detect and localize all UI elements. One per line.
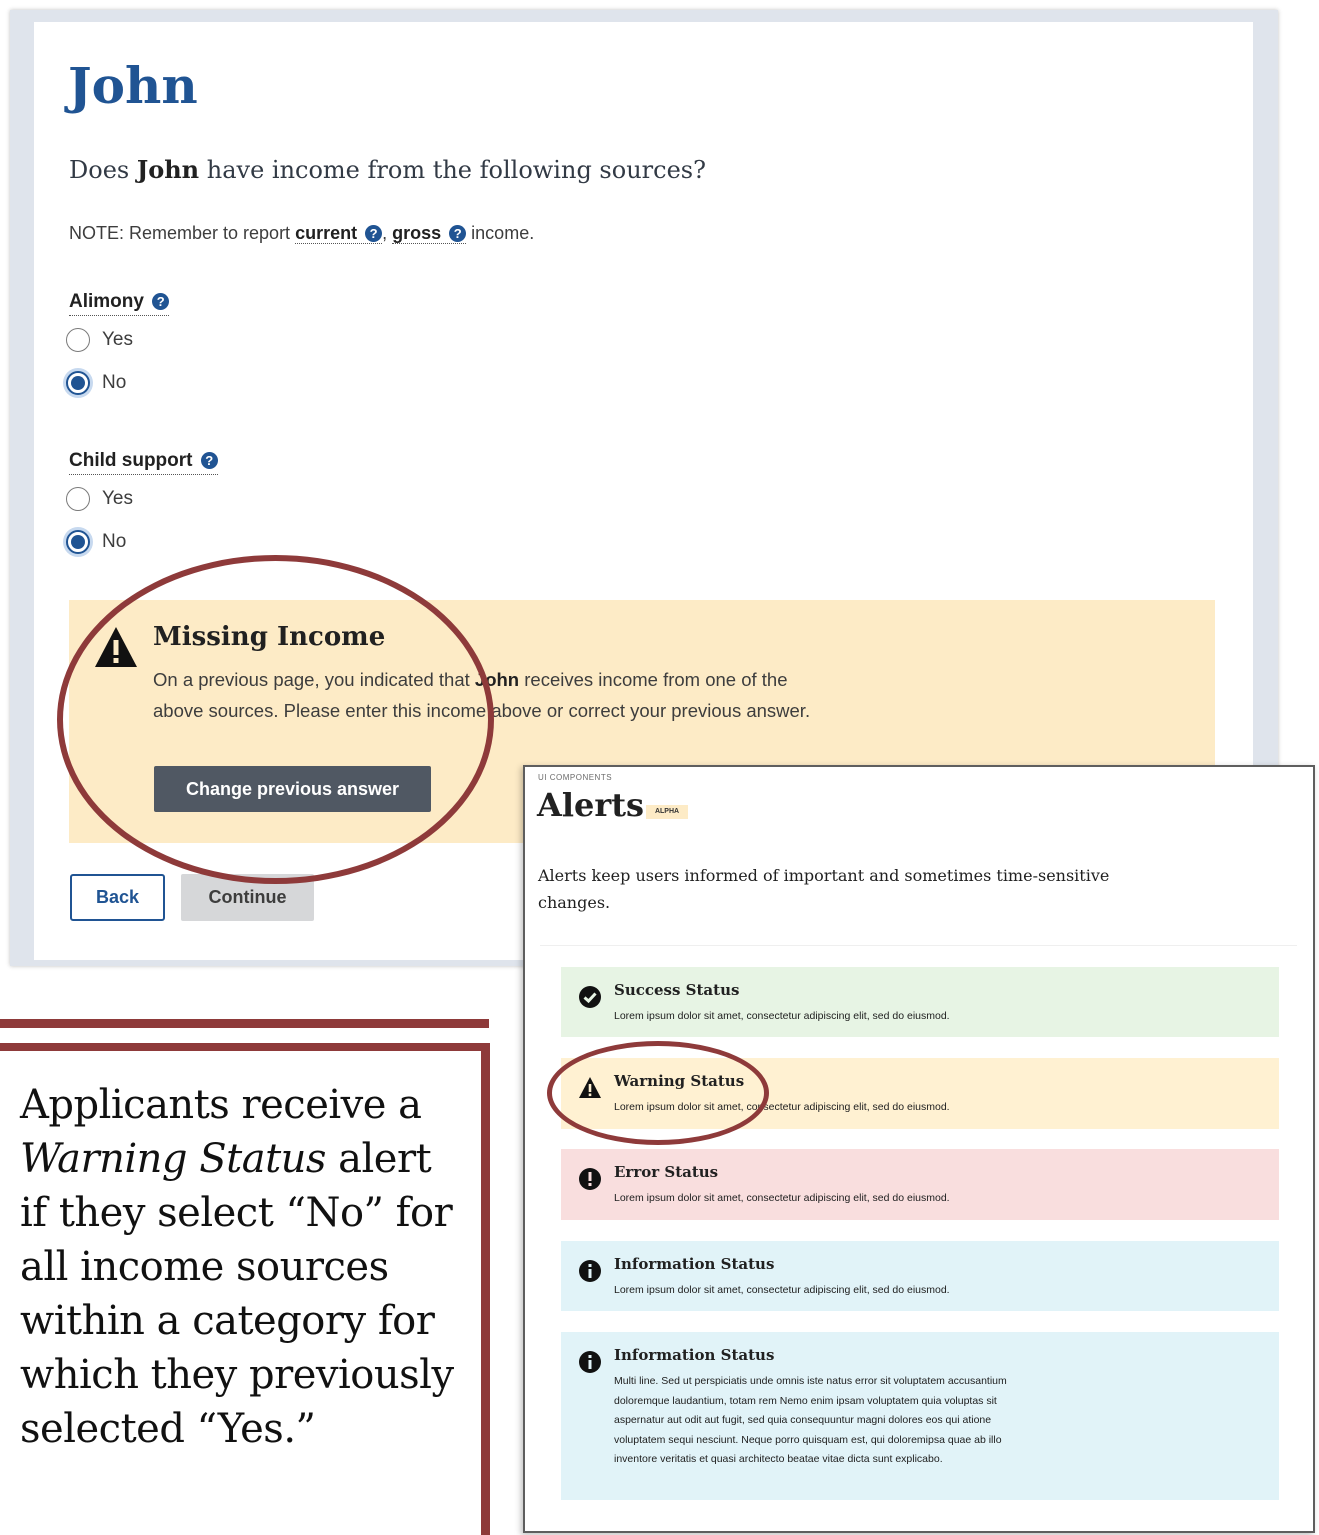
alert-body: Lorem ipsum dolor sit amet, consectetur … — [614, 1284, 950, 1296]
current-term-label: current — [295, 223, 358, 243]
info-circle-icon — [579, 1351, 601, 1373]
warning-alert: Warning Status Lorem ipsum dolor sit ame… — [561, 1058, 1279, 1129]
alert-person-name: John — [474, 669, 520, 690]
alert-body: Lorem ipsum dolor sit amet, consectetur … — [614, 1192, 950, 1204]
alimony-label-text: Alimony — [69, 291, 144, 312]
question-circle-icon[interactable]: ? — [449, 225, 467, 242]
alerts-description: Alerts keep users informed of important … — [538, 866, 1110, 912]
caption-rule-side — [481, 1043, 490, 1535]
info-alert-multiline: Information Status Multi line. Sed ut pe… — [561, 1332, 1279, 1500]
caption-rule-top — [0, 1019, 489, 1028]
current-term-link[interactable]: current ? — [295, 223, 383, 244]
child-support-no-radio[interactable] — [66, 530, 90, 554]
gross-term-label: gross — [392, 223, 442, 243]
alert-body: Lorem ipsum dolor sit amet, consectetur … — [614, 1010, 950, 1022]
note-separator: , — [382, 223, 393, 243]
alert-heading: Success Status — [614, 981, 740, 999]
child-support-yes-option[interactable]: Yes — [66, 487, 133, 511]
alert-text: On a previous page, you indicated that J… — [153, 664, 843, 726]
info-circle-icon — [579, 1260, 601, 1282]
gross-term-link[interactable]: gross ? — [392, 223, 467, 244]
caption-rule — [0, 1043, 490, 1051]
change-previous-answer-button[interactable]: Change previous answer — [154, 766, 431, 812]
radio-label: Yes — [102, 329, 133, 350]
alert-heading: Missing Income — [153, 622, 386, 652]
alert-text-part: On a previous page, you indicated that — [153, 669, 475, 690]
check-circle-icon — [579, 986, 601, 1008]
radio-label: No — [102, 531, 127, 552]
caption-part: alert if they select “No” for all income… — [20, 1136, 454, 1452]
alimony-yes-radio[interactable] — [66, 328, 90, 352]
success-alert: Success Status Lorem ipsum dolor sit ame… — [561, 967, 1279, 1037]
page-title: John — [68, 56, 198, 115]
income-question: Does John have income from the following… — [69, 155, 706, 184]
alert-heading: Warning Status — [614, 1072, 745, 1090]
question-suffix: have income from the following sources? — [199, 156, 706, 184]
income-note: NOTE: Remember to report current ?, gros… — [69, 223, 534, 244]
question-circle-icon[interactable]: ? — [365, 225, 383, 242]
warning-triangle-icon — [579, 1077, 601, 1098]
caption-part: Applicants receive a — [20, 1082, 422, 1128]
alert-body: Multi line. Sed ut perspiciatis unde omn… — [614, 1375, 1007, 1465]
alert-body: Lorem ipsum dolor sit amet, consectetur … — [614, 1101, 950, 1113]
info-alert: Information Status Lorem ipsum dolor sit… — [561, 1241, 1279, 1311]
child-support-yes-radio[interactable] — [66, 487, 90, 511]
divider — [540, 945, 1297, 946]
alert-heading: Information Status — [614, 1255, 775, 1273]
alerts-title: Alerts — [537, 786, 644, 824]
alimony-no-radio[interactable] — [66, 371, 90, 395]
child-support-label[interactable]: Child support ? — [69, 450, 218, 475]
back-button[interactable]: Back — [70, 874, 165, 921]
alimony-label[interactable]: Alimony ? — [69, 291, 170, 316]
alert-heading: Error Status — [614, 1163, 719, 1181]
child-support-no-option[interactable]: No — [66, 530, 126, 554]
continue-button[interactable]: Continue — [181, 874, 314, 921]
error-alert: Error Status Lorem ipsum dolor sit amet,… — [561, 1149, 1279, 1220]
child-support-label-text: Child support — [69, 450, 193, 471]
caption-text: Applicants receive a Warning Status aler… — [20, 1078, 460, 1456]
question-person-name: John — [136, 155, 200, 184]
alert-heading: Information Status — [614, 1346, 775, 1364]
caption-emphasis: Warning Status — [20, 1136, 326, 1182]
alimony-yes-option[interactable]: Yes — [66, 328, 133, 352]
alerts-eyebrow: UI COMPONENTS — [538, 773, 613, 782]
note-suffix: income. — [466, 223, 535, 243]
note-prefix: NOTE: Remember to report — [69, 223, 296, 243]
exclamation-circle-icon — [579, 1168, 601, 1190]
question-circle-icon[interactable]: ? — [200, 452, 218, 469]
question-prefix: Does — [69, 156, 137, 184]
question-circle-icon[interactable]: ? — [152, 293, 170, 310]
radio-label: Yes — [102, 488, 133, 509]
alimony-no-option[interactable]: No — [66, 371, 126, 395]
alpha-badge: ALPHA — [646, 805, 688, 819]
radio-label: No — [102, 372, 127, 393]
warning-triangle-icon — [95, 627, 137, 667]
